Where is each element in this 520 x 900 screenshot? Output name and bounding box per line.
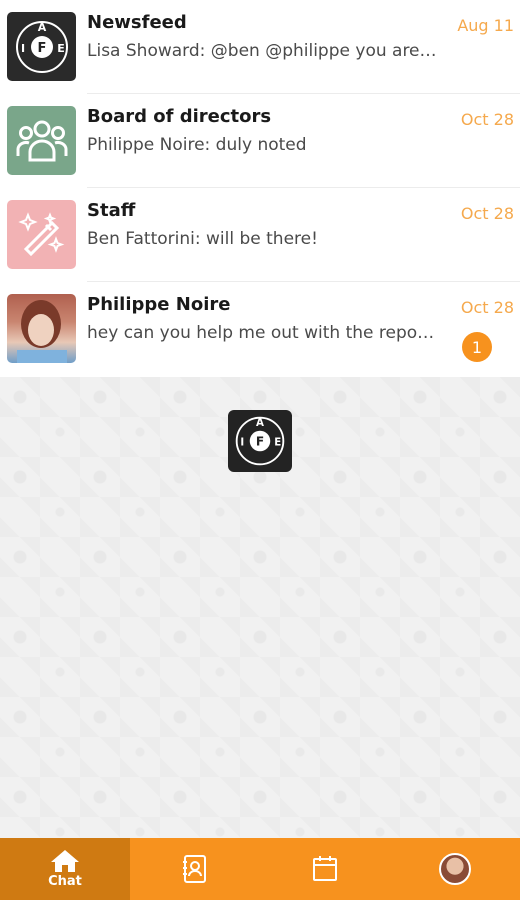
conversation-title: Board of directors — [87, 106, 272, 127]
svg-text:E: E — [274, 437, 281, 449]
conversation-preview: Ben Fattorini: will be there! — [87, 229, 318, 249]
tab-calendar[interactable] — [260, 838, 390, 900]
profile-avatar — [439, 853, 471, 885]
iatse-logo-icon: F A I E — [7, 12, 76, 81]
iatse-logo-icon: F A I E — [228, 410, 292, 472]
conversation-row-board-of-directors[interactable]: Board of directors Philippe Noire: duly … — [0, 94, 520, 188]
conversation-title: Newsfeed — [87, 12, 187, 33]
svg-text:I: I — [20, 42, 24, 55]
svg-text:A: A — [256, 417, 264, 429]
bottom-tab-bar: Chat — [0, 838, 520, 900]
conversation-date: Oct 28 — [460, 298, 514, 317]
svg-text:E: E — [57, 42, 65, 55]
conversation-list: F A I E Newsfeed Lisa Showard: @ben @phi… — [0, 0, 520, 376]
unread-badge: 1 — [462, 332, 492, 362]
svg-text:F: F — [256, 435, 264, 449]
tab-contacts[interactable] — [130, 838, 260, 900]
tab-chat-label: Chat — [48, 874, 82, 889]
conversation-row-philippe-noire[interactable]: Philippe Noire hey can you help me out w… — [0, 282, 520, 376]
tab-profile[interactable] — [390, 838, 520, 900]
conversation-preview: Lisa Showard: @ben @philippe you are … — [87, 41, 439, 61]
user-photo — [7, 294, 76, 363]
conversation-title: Staff — [87, 200, 136, 221]
home-icon — [51, 850, 79, 872]
conversation-row-staff[interactable]: Staff Ben Fattorini: will be there! Oct … — [0, 188, 520, 282]
conversation-date: Oct 28 — [460, 110, 514, 129]
conversation-date: Aug 11 — [457, 16, 514, 35]
calendar-icon — [313, 856, 337, 881]
contacts-icon — [183, 855, 206, 883]
svg-text:I: I — [240, 437, 244, 449]
group-icon — [7, 106, 76, 175]
conversation-preview: hey can you help me out with the repo… — [87, 323, 435, 343]
conversation-row-newsfeed[interactable]: F A I E Newsfeed Lisa Showard: @ben @phi… — [0, 0, 520, 94]
conversation-preview: Philippe Noire: duly noted — [87, 135, 307, 155]
magic-wand-icon — [7, 200, 76, 269]
svg-text:F: F — [37, 41, 46, 56]
conversation-title: Philippe Noire — [87, 294, 231, 315]
tab-chat[interactable]: Chat — [0, 838, 130, 900]
conversation-date: Oct 28 — [460, 204, 514, 223]
svg-text:A: A — [37, 21, 46, 34]
